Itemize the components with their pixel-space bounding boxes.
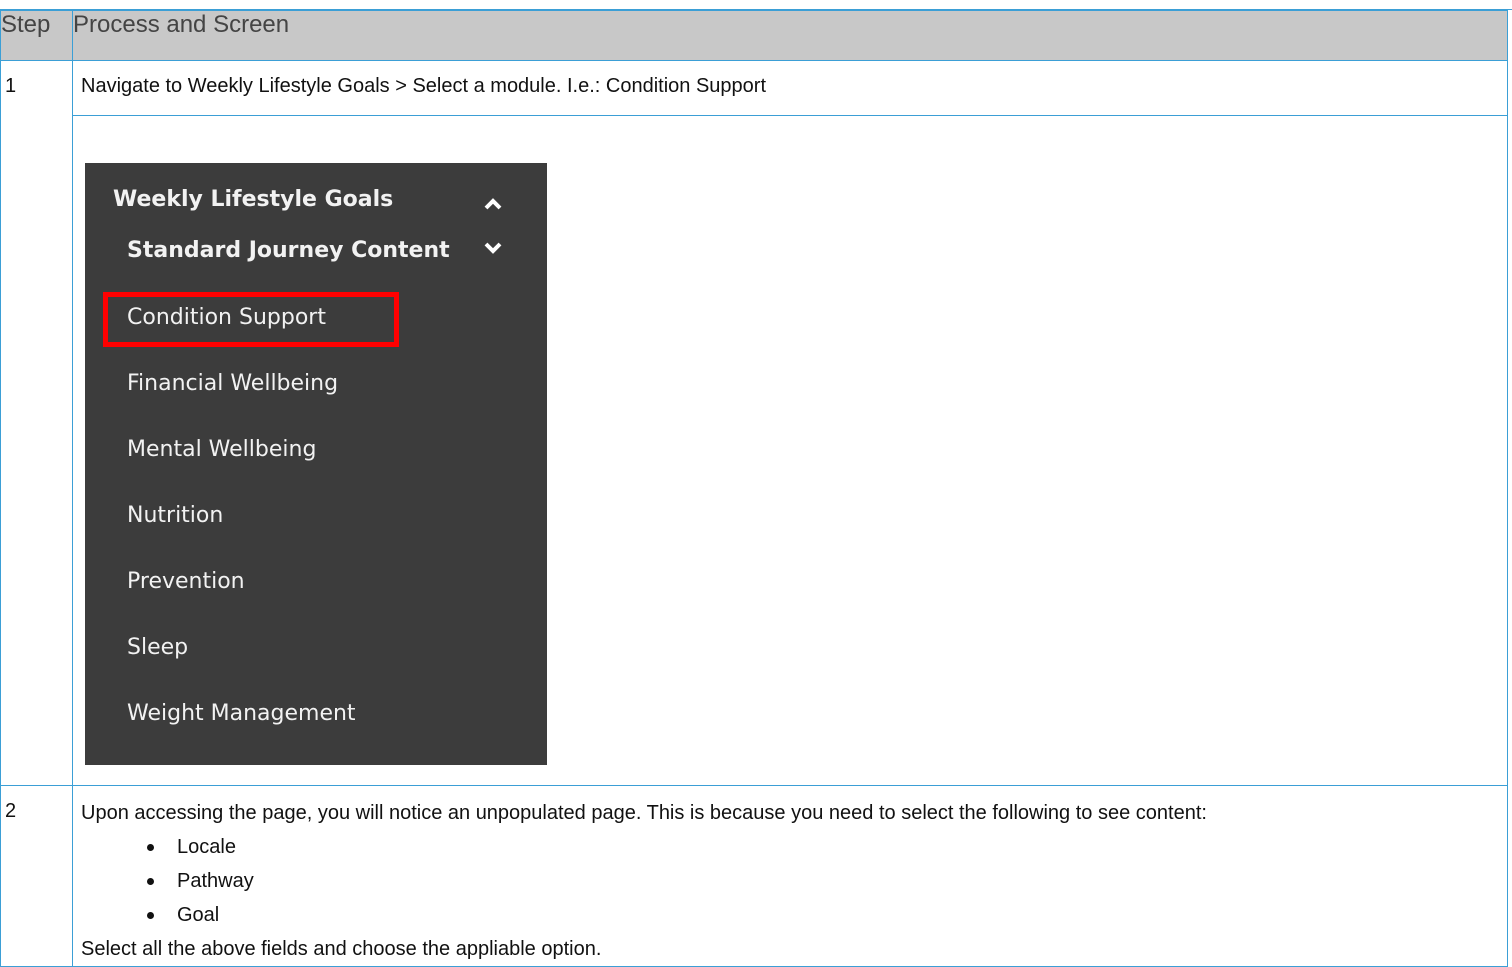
- step-number: 2: [5, 800, 17, 822]
- step-number-cell: 1: [0, 60, 73, 786]
- nav-subsection-title[interactable]: Standard Journey Content: [127, 238, 450, 263]
- table-row: 2 Upon accessing the page, you will noti…: [0, 785, 1508, 967]
- chevron-down-icon[interactable]: [482, 239, 504, 257]
- step-outro-text: Select all the above fields and choose t…: [81, 938, 602, 960]
- divider: [73, 115, 1507, 116]
- header-process: Process and Screen: [72, 10, 1508, 61]
- nav-item-sleep[interactable]: Sleep: [127, 635, 188, 660]
- nav-item-nutrition[interactable]: Nutrition: [127, 503, 223, 528]
- step-intro-text: Upon accessing the page, you will notice…: [81, 802, 1207, 824]
- list-item: Locale: [147, 830, 1507, 864]
- nav-item-mental-wellbeing[interactable]: Mental Wellbeing: [127, 437, 316, 462]
- table-header-row: Step Process and Screen: [0, 10, 1508, 61]
- nav-item-weight-management[interactable]: Weight Management: [127, 701, 356, 726]
- required-fields-list: Locale Pathway Goal: [81, 830, 1507, 932]
- step-number: 1: [5, 75, 17, 97]
- list-item: Goal: [147, 898, 1507, 932]
- page-top-edge: [0, 0, 1512, 10]
- process-cell: Upon accessing the page, you will notice…: [72, 785, 1508, 967]
- nav-item-condition-support[interactable]: Condition Support: [127, 305, 326, 330]
- step-instruction: Navigate to Weekly Lifestyle Goals > Sel…: [81, 75, 766, 97]
- step-number-cell: 2: [0, 785, 73, 967]
- header-step: Step: [0, 10, 73, 61]
- chevron-up-icon[interactable]: [482, 195, 504, 213]
- list-item: Pathway: [147, 864, 1507, 898]
- nav-item-prevention[interactable]: Prevention: [127, 569, 245, 594]
- navigation-menu-screenshot: Weekly Lifestyle Goals Standard Journey …: [85, 163, 547, 765]
- nav-item-financial-wellbeing[interactable]: Financial Wellbeing: [127, 371, 338, 396]
- nav-section-title[interactable]: Weekly Lifestyle Goals: [113, 187, 393, 212]
